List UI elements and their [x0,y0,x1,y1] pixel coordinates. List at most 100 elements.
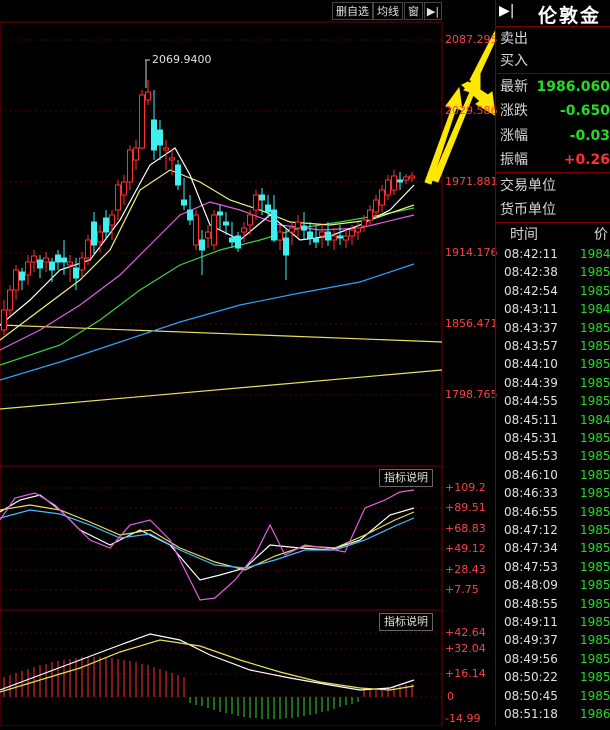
tick-price: 1984 [580,412,610,427]
candle-body [271,209,277,241]
tick-time: 08:46:33 [504,486,558,501]
candle-body [37,259,43,269]
tick-price: 1985 [580,615,610,629]
candle-body [337,235,343,239]
ind1-axis-label: +7.75 [445,583,479,596]
candle-body [355,227,361,233]
candle-body [301,225,307,231]
ind1-axis-label: +28.43 [445,563,486,576]
candle-body [331,235,337,241]
tick-time: 08:42:11 [504,247,558,261]
change-pct-row: 涨幅 -0.03 [500,124,610,148]
indicator2-help-button[interactable]: 指标说明 [379,613,433,631]
candle-body [67,261,73,266]
candle-body [325,231,331,241]
candle-body [43,257,49,263]
latest-value: 1986.060 [536,79,610,95]
tick-price: 1985 [580,449,610,464]
candle-body [115,184,121,211]
change-pct-label: 涨幅 [500,128,528,144]
candle-body [205,231,211,239]
indicator2-frame [0,609,443,727]
delete-watchlist-button[interactable]: 删自选 [332,2,373,20]
tick-time: 08:44:55 [504,394,558,409]
candle-body [319,231,325,237]
tick-row: 08:45:11 1984 [504,411,610,429]
ind2-axis-label: -14.99 [445,712,481,725]
ind1-axis-label: +49.12 [445,542,486,555]
tick-row: 08:42:38 1985 [504,263,610,281]
kline-chart-area[interactable]: 删自选 均线 窗 ▶| 2069.9400 2087.295 2029.586 … [0,0,516,727]
candle-body [349,229,355,237]
amplitude-label: 振幅 [500,152,528,168]
candle-body [313,237,319,243]
peak-price-annotation: 2069.9400 [152,53,212,66]
quote-divider [496,172,610,173]
candle-body [403,176,409,181]
tick-row: 08:47:34 1985 [504,539,610,557]
ind2-axis-label: +32.04 [445,642,486,655]
candle-body [295,221,301,229]
tick-row: 08:42:11 1984 [504,245,610,263]
tick-time: 08:45:53 [504,449,558,464]
sell-label: 卖出 [500,31,528,47]
candle-body [79,257,85,271]
candle-body [127,149,133,183]
ind2-axis-label: +42.64 [445,626,486,639]
tick-price: 1985 [580,633,610,648]
candle-body [307,231,313,239]
tick-time: 08:45:31 [504,431,558,445]
amplitude-row: 振幅 +0.26 [500,148,610,172]
trade-unit-row: 交易单位 [500,174,610,198]
tick-row: 08:49:11 1985 [504,613,610,631]
quote-title-bar: ▶| 伦敦金 [496,0,610,27]
tick-row: 08:42:54 1985 [504,282,610,300]
tick-price: 1985 [580,265,610,280]
nav-icon[interactable]: ▶| [499,3,514,19]
tick-price: 1986 [580,707,610,721]
macd-dea-line [0,639,415,693]
tick-time: 08:51:18 [504,707,558,721]
tick-row: 08:51:18 1986 [504,705,610,723]
price-axis-label: 1914.176 [445,246,498,259]
latest-label: 最新 [500,79,528,95]
tick-price: 1984 [580,302,610,317]
change-value: -0.650 [559,103,610,119]
candle-body [361,219,367,227]
ma-blue [0,263,415,381]
moving-average-button[interactable]: 均线 [373,2,403,20]
tick-time: 08:42:54 [504,283,558,298]
price-axis-label: 1856.471 [445,317,498,330]
tick-row: 08:47:53 1985 [504,558,610,576]
tick-time: 08:47:34 [504,541,558,556]
ind1-axis-label: +109.2 [445,481,486,494]
candle-body [97,231,103,243]
candle-body [151,119,157,151]
tick-time: 08:43:11 [504,302,558,317]
tick-time: 08:44:39 [504,375,558,390]
candle-body [199,239,205,251]
candle-body [55,254,61,263]
candle-body [85,239,91,259]
tick-row: 08:44:10 1985 [504,355,610,373]
currency-unit-row: 货币单位 [500,198,610,222]
tick-price: 1985 [580,578,610,593]
tick-time: 08:48:09 [504,578,558,593]
play-icon[interactable]: ▶| [424,2,442,20]
tick-price: 1985 [580,394,610,409]
candle-body [103,217,109,233]
candle-body [391,175,397,191]
candle-body [187,209,193,221]
tick-row: 08:45:53 1985 [504,447,610,465]
candle-body [49,261,55,271]
amplitude-value: +0.26 [563,152,610,168]
tick-time: 08:49:37 [504,633,558,648]
indicator1-help-button[interactable]: 指标说明 [379,469,433,487]
candle-body [241,227,247,233]
tick-price: 1985 [580,467,610,482]
tick-row: 08:49:56 1985 [504,650,610,668]
window-button[interactable]: 窗 [404,2,423,20]
tick-time: 08:45:11 [504,412,558,427]
yellow-arrow-annotations [424,0,516,185]
candle-body [259,194,265,201]
